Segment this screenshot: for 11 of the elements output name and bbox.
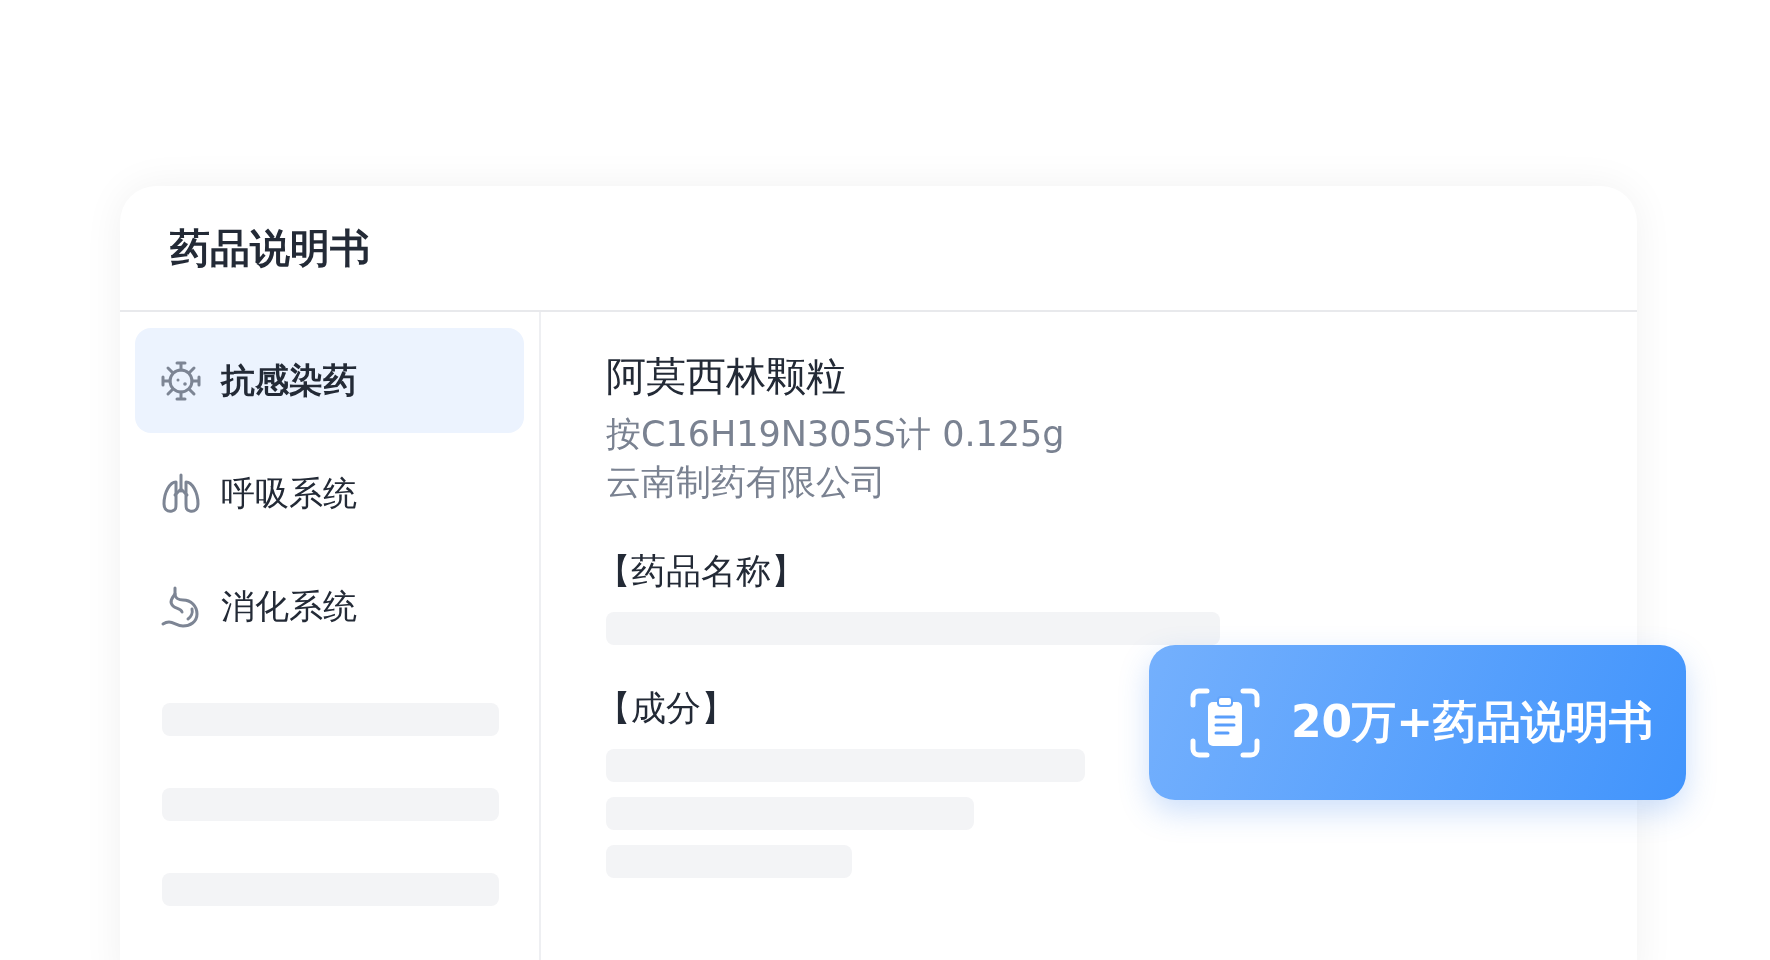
category-item[interactable]: 呼吸系统 bbox=[135, 441, 524, 546]
clipboard-scan-icon bbox=[1189, 686, 1261, 759]
badge-label: 20万+药品说明书 bbox=[1291, 695, 1654, 749]
manufacturer: 云南制药有限公司 bbox=[606, 461, 887, 504]
category-item[interactable]: 消化系统 bbox=[135, 554, 524, 659]
section-heading: 【药品名称】 bbox=[596, 550, 807, 593]
drug-spec: 按C16H19N305S计 0.125g bbox=[606, 413, 1066, 456]
drug-name: 阿莫西林颗粒 bbox=[606, 352, 847, 401]
category-item[interactable]: 抗感染药 bbox=[135, 328, 524, 433]
card-title: 药品说明书 bbox=[170, 223, 370, 273]
section-heading: 【成分】 bbox=[596, 687, 737, 730]
